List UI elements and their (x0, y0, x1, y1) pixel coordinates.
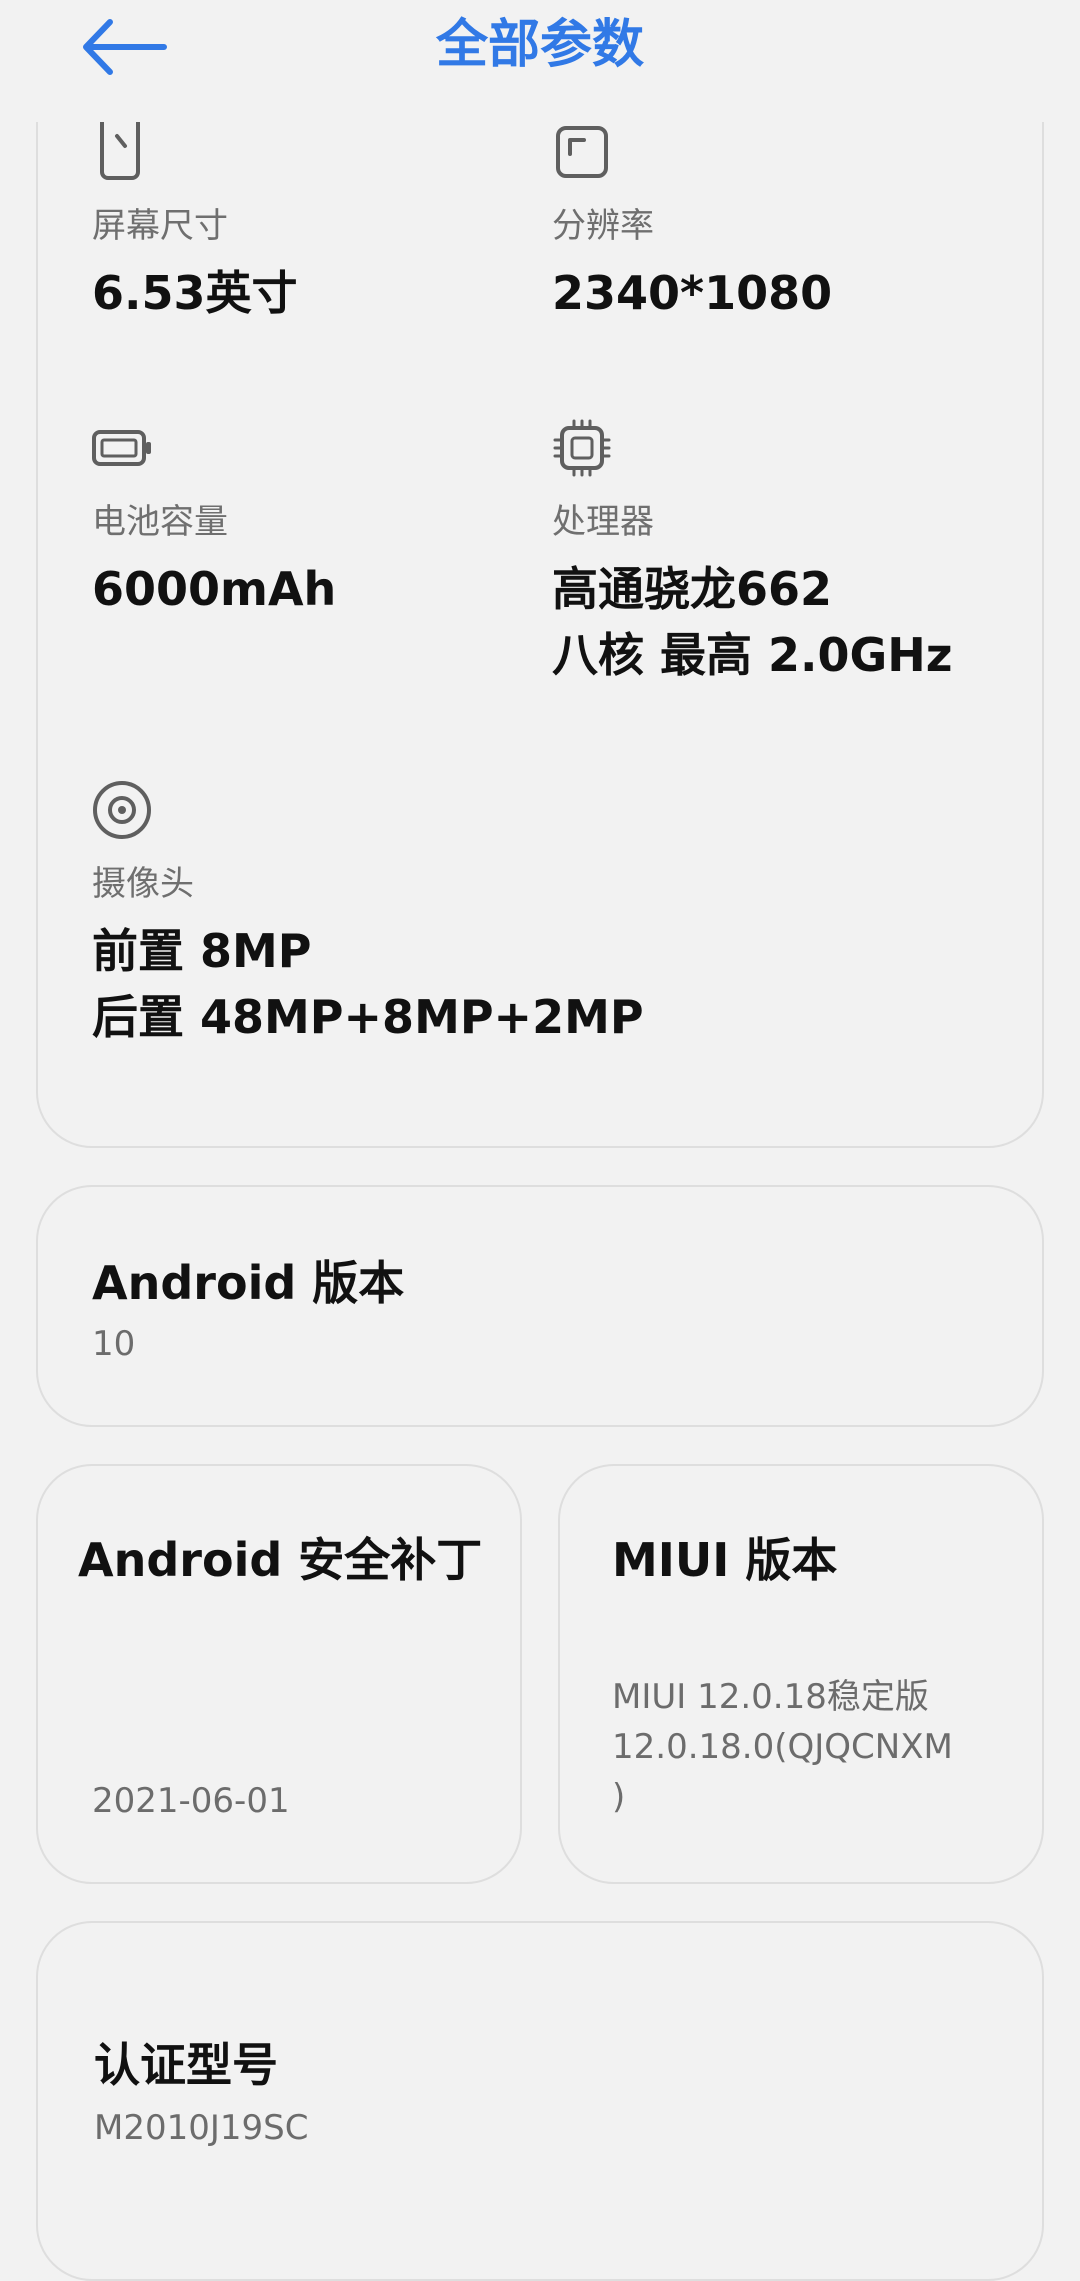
card-title: 认证型号 (94, 2038, 278, 2092)
spec-label: 电池容量 (92, 502, 228, 542)
chip-icon (553, 419, 611, 477)
spec-screen-size: 屏幕尺寸 6.53英寸 (92, 122, 298, 326)
spec-battery: 电池容量 6000mAh (92, 418, 336, 622)
card-value: M2010J19SC (94, 2108, 309, 2148)
security-patch-card[interactable]: Android 安全补丁 2021-06-01 (36, 1464, 522, 1884)
spec-label: 屏幕尺寸 (92, 206, 228, 246)
card-title: Android 版本 (92, 1256, 405, 1310)
miui-version-card[interactable]: MIUI 版本 MIUI 12.0.18稳定版 12.0.18.0(QJQCNX… (558, 1464, 1044, 1884)
camera-lens-icon (93, 781, 151, 839)
spec-value-line1: 前置 8MP (92, 924, 312, 978)
spec-value-line2: 后置 48MP+8MP+2MP (92, 990, 644, 1044)
spec-value: 6000mAh (92, 562, 337, 616)
spec-label: 摄像头 (92, 864, 194, 904)
android-version-card[interactable]: Android 版本 10 (36, 1185, 1044, 1427)
phone-screen-icon (100, 122, 140, 180)
card-value-line3: ) (612, 1777, 626, 1817)
spec-processor: 处理器 高通骁龙662 八核 最高 2.0GHz (552, 418, 953, 688)
spec-value: 6.53英寸 (92, 266, 298, 320)
card-title: Android 安全补丁 (78, 1533, 483, 1587)
top-app-bar: 全部参数 (0, 0, 1080, 122)
battery-icon (92, 430, 151, 466)
card-value-line2: 12.0.18.0(QJQCNXM (612, 1727, 953, 1767)
spec-resolution: 分辨率 2340*1080 (552, 122, 832, 326)
card-value: 2021-06-01 (92, 1781, 290, 1821)
arrow-left-icon[interactable] (80, 14, 170, 80)
spec-value-line2: 八核 最高 2.0GHz (552, 628, 953, 682)
spec-camera: 摄像头 前置 8MP 后置 48MP+8MP+2MP (92, 780, 644, 1050)
certified-model-card[interactable]: 认证型号 M2010J19SC (36, 1921, 1044, 2281)
card-value-line1: MIUI 12.0.18稳定版 (612, 1677, 929, 1717)
resolution-frame-icon (556, 126, 608, 178)
spec-label: 处理器 (552, 502, 654, 542)
spec-value-line1: 高通骁龙662 (552, 562, 833, 616)
card-value: 10 (92, 1324, 136, 1364)
spec-label: 分辨率 (552, 206, 654, 246)
card-title: MIUI 版本 (612, 1533, 838, 1587)
spec-value: 2340*1080 (552, 266, 833, 320)
